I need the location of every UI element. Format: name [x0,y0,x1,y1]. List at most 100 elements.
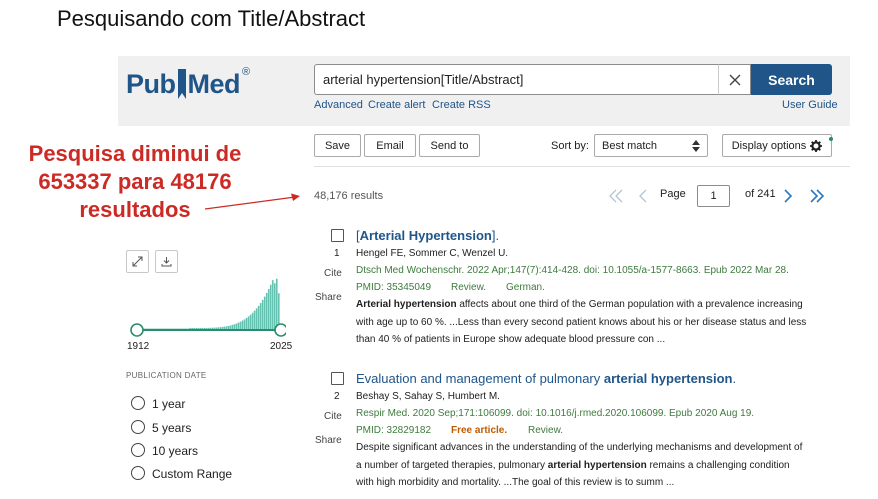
radio-label-1-year[interactable]: 1 year [152,397,185,411]
result-1-cite-button[interactable]: Cite [324,268,342,279]
sort-arrows-icon [692,139,700,152]
user-guide-link[interactable]: User Guide [782,99,838,111]
histogram-bar [273,283,276,329]
radio-label-custom-range[interactable]: Custom Range [152,467,232,481]
timeline-histogram[interactable] [126,250,286,340]
histogram-bar [249,314,252,329]
logo-pub-text: Pub [126,68,176,99]
result-2-authors: Beshay S, Sahay S, Humbert M. [356,391,500,402]
histogram-bar [151,328,153,329]
timeline-end-year: 2025 [270,341,293,352]
histogram-bar [275,278,278,329]
result-1-checkbox[interactable] [331,229,344,242]
radio-1-year[interactable] [131,396,145,410]
page-label: Page [660,188,686,200]
result-2-citation: Respir Med. 2020 Sep;171:106099. doi: 10… [356,408,755,419]
histogram-bar [219,327,222,329]
result-1-title-link[interactable]: [Arterial Hypertension]. [356,228,499,243]
histogram-bar [247,316,250,329]
result-1-authors: Hengel FE, Sommer C, Wenzel U. [356,248,509,259]
histogram-bar [231,324,234,329]
histogram-bar [165,328,167,329]
histogram-bar [267,289,270,329]
histogram-bar [211,327,214,329]
display-options-button[interactable]: Display options [722,134,833,157]
histogram-bar [175,328,177,329]
histogram-bar [189,328,191,329]
sort-value: Best match [602,139,658,152]
histogram-bar [155,328,157,329]
histogram-bar [237,322,240,329]
sort-by-label: Sort by: [551,140,589,152]
histogram-bar [161,328,163,329]
prev-page-icon[interactable] [637,188,649,204]
histogram-bar [163,328,165,329]
result-1-citation: Dtsch Med Wochenschr. 2022 Apr;147(7):41… [356,265,789,276]
title-rest: . [732,371,737,386]
result-2-free-badge: Free article. [451,425,508,436]
histogram-bar [193,328,195,329]
annotation-line-1: Pesquisa diminui de [28,141,242,166]
page-number-input[interactable]: 1 [697,185,730,207]
histogram-bar [225,326,228,329]
publication-date-label: PUBLICATION DATE [126,371,207,380]
logo-registered: ® [242,66,251,78]
histogram-bar [245,317,248,329]
histogram-bar [235,323,238,329]
result-2-cite-button[interactable]: Cite [324,411,342,422]
first-page-icon[interactable] [608,188,624,204]
timeline-start-handle[interactable] [130,323,144,337]
radio-10-years[interactable] [131,443,145,457]
histogram-bar [257,305,260,329]
histogram-bar [213,327,216,329]
timeline-end-handle[interactable] [274,323,286,337]
histogram-bar [253,310,256,329]
snippet-line: with age up to 60 %. ...Less than every … [356,316,807,328]
search-button[interactable]: Search [751,64,832,95]
snippet-line: Arterial hypertension affects about one … [356,296,836,314]
close-icon [729,74,740,85]
radio-5-years[interactable] [131,420,145,434]
next-page-icon[interactable] [782,188,794,204]
timeline-start-year: 1912 [127,341,150,352]
sort-select[interactable]: Best match [594,134,708,157]
histogram-bar [167,328,169,329]
save-button[interactable]: Save [314,134,361,157]
send-to-button[interactable]: Send to [419,134,480,157]
histogram-bar [185,328,187,329]
result-1-type: Review. [451,282,487,293]
radio-label-10-years[interactable]: 10 years [152,444,198,458]
email-button[interactable]: Email [364,134,416,157]
title-rest: ]. [491,228,500,243]
histogram-bar [259,303,262,329]
histogram-bar [241,320,244,329]
radio-custom-range[interactable] [131,466,145,480]
result-2-type: Review. [528,425,564,436]
histogram-bar [201,327,204,329]
create-alert-link[interactable]: Create alert [368,99,425,111]
histogram-bar [263,296,266,329]
result-2-title-link[interactable]: Evaluation and management of pulmonary a… [356,371,736,386]
result-1-share-button[interactable]: Share [315,292,342,303]
annotation-arrow [205,193,300,210]
search-input[interactable]: arterial hypertension[Title/Abstract] [314,64,751,95]
advanced-link[interactable]: Advanced [314,99,363,111]
create-rss-link[interactable]: Create RSS [432,99,491,111]
clear-search-button[interactable] [718,64,751,95]
pubmed-logo[interactable]: Pub Med ® [126,64,250,104]
last-page-icon[interactable] [809,188,825,204]
radio-label-5-years[interactable]: 5 years [152,421,191,435]
histogram-bar [195,328,198,329]
result-2-checkbox[interactable] [331,372,344,385]
result-2-share-button[interactable]: Share [315,435,342,446]
result-1-pmid: PMID: 35345049 [356,282,432,293]
results-count: 48,176 results [314,190,384,202]
histogram-bar [269,284,272,329]
notification-dot [829,137,833,141]
title-plain: Evaluation and management of pulmonary [356,371,604,386]
histogram-bar [203,327,206,329]
result-2-number: 2 [334,391,340,402]
logo-med-text: Med [187,68,241,99]
title-bold: Arterial Hypertension [359,228,492,243]
snippet-text: a number of targeted therapies, pulmonar… [356,459,548,471]
